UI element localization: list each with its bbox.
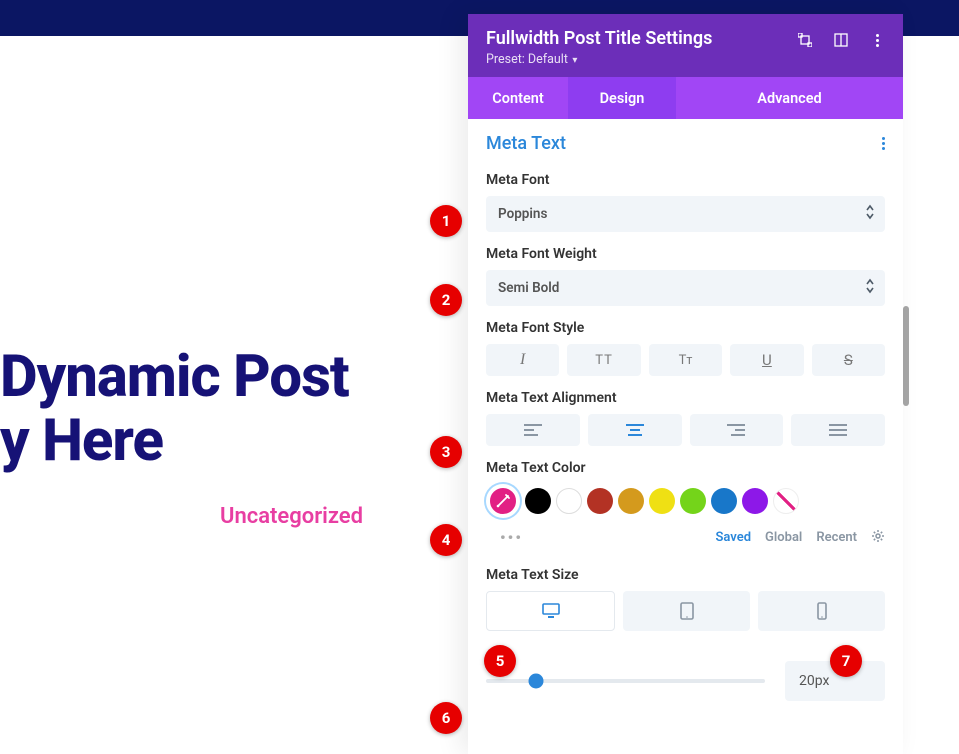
- italic-button[interactable]: I: [486, 344, 559, 376]
- capitalize-button[interactable]: Tᴛ: [649, 344, 722, 376]
- device-desktop-button[interactable]: [486, 591, 615, 631]
- palette-saved-tab[interactable]: Saved: [715, 530, 751, 545]
- meta-font-label: Meta Font: [486, 172, 885, 188]
- color-picker-button[interactable]: [486, 484, 520, 518]
- select-chevron-icon: [865, 204, 875, 224]
- align-justify-button[interactable]: [791, 414, 885, 446]
- section-kebab-icon[interactable]: [882, 137, 885, 150]
- swatch-blue[interactable]: [711, 488, 737, 514]
- meta-font-weight-label: Meta Font Weight: [486, 246, 885, 262]
- slider-thumb[interactable]: [529, 674, 544, 689]
- meta-font-weight-select[interactable]: Semi Bold: [486, 270, 885, 306]
- align-right-button[interactable]: [690, 414, 784, 446]
- swatch-white[interactable]: [556, 488, 582, 514]
- underline-button[interactable]: U: [730, 344, 803, 376]
- size-slider[interactable]: [486, 679, 765, 683]
- post-title-preview: Dynamic Post y Here: [0, 346, 460, 474]
- swatch-green[interactable]: [680, 488, 706, 514]
- panel-header: Fullwidth Post Title Settings Preset: De…: [468, 14, 903, 77]
- swatch-transparent[interactable]: [773, 488, 799, 514]
- swatch-yellow[interactable]: [649, 488, 675, 514]
- meta-text-size-label: Meta Text Size: [486, 567, 885, 583]
- gear-icon[interactable]: [871, 529, 885, 547]
- meta-font-style-label: Meta Font Style: [486, 320, 885, 336]
- kebab-menu-icon[interactable]: [869, 32, 885, 48]
- align-left-button[interactable]: [486, 414, 580, 446]
- columns-icon[interactable]: [833, 32, 849, 48]
- annotation-4: 4: [430, 524, 462, 556]
- annotation-1: 1: [430, 205, 462, 237]
- annotation-3: 3: [430, 436, 462, 468]
- preset-selector[interactable]: Preset: Default ▾: [486, 52, 797, 67]
- annotation-7: 7: [830, 645, 862, 677]
- annotation-2: 2: [430, 284, 462, 316]
- uppercase-button[interactable]: TT: [567, 344, 640, 376]
- meta-font-select[interactable]: Poppins: [486, 196, 885, 232]
- title-line2: y Here: [0, 407, 163, 475]
- tab-advanced[interactable]: Advanced: [676, 77, 903, 119]
- swatch-purple[interactable]: [742, 488, 768, 514]
- expand-icon[interactable]: [797, 32, 813, 48]
- device-tablet-button[interactable]: [623, 591, 750, 631]
- panel-tabs: Content Design Advanced: [468, 77, 903, 119]
- annotation-6: 6: [430, 702, 462, 734]
- tab-content[interactable]: Content: [468, 77, 568, 119]
- post-meta-preview: Uncategorized: [0, 504, 460, 529]
- align-center-button[interactable]: [588, 414, 682, 446]
- swatch-red[interactable]: [587, 488, 613, 514]
- preview-canvas: Dynamic Post y Here Uncategorized: [0, 36, 460, 751]
- section-title[interactable]: Meta Text: [486, 133, 566, 154]
- tab-design[interactable]: Design: [568, 77, 676, 119]
- annotation-5: 5: [484, 645, 516, 677]
- title-line1: Dynamic Post: [0, 343, 349, 411]
- panel-scrollbar[interactable]: [903, 306, 909, 406]
- palette-recent-tab[interactable]: Recent: [816, 530, 857, 545]
- more-colors-button[interactable]: •••: [486, 528, 523, 547]
- settings-panel: Fullwidth Post Title Settings Preset: De…: [468, 14, 903, 754]
- palette-global-tab[interactable]: Global: [765, 530, 802, 545]
- swatch-gold[interactable]: [618, 488, 644, 514]
- device-phone-button[interactable]: [758, 591, 885, 631]
- strikethrough-button[interactable]: S: [812, 344, 885, 376]
- panel-title: Fullwidth Post Title Settings: [486, 28, 797, 49]
- meta-text-alignment-label: Meta Text Alignment: [486, 390, 885, 406]
- caret-down-icon: ▾: [570, 55, 578, 66]
- meta-text-color-label: Meta Text Color: [486, 460, 885, 476]
- swatch-black[interactable]: [525, 488, 551, 514]
- select-chevron-icon: [865, 278, 875, 298]
